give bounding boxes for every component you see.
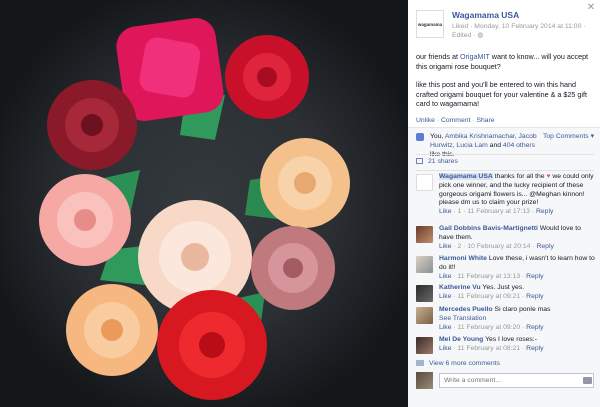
comment-author[interactable]: Harmoni White xyxy=(439,255,487,262)
comment-like-link[interactable]: Like xyxy=(439,345,451,352)
post-side-panel: ✕ wagamama Wagamama USA Liked · Monday, … xyxy=(408,0,600,407)
post-paragraph-1: our friends at OrigaMIT want to know... … xyxy=(416,52,596,71)
comment-author[interactable]: Mel De Young xyxy=(439,336,483,343)
comments-icon xyxy=(416,360,424,367)
comment-reply-link[interactable]: Reply xyxy=(526,293,543,300)
comment-item: Mel De Young Yes I love roses:- Like · 1… xyxy=(416,336,596,354)
comment-like-link[interactable]: Like xyxy=(439,208,451,215)
comment-time: 11 February at 09:20 xyxy=(457,323,521,331)
rose-red-bottom xyxy=(157,290,267,400)
likes-prefix: You, xyxy=(430,133,445,140)
top-comments-dropdown[interactable]: Top Comments ▾ xyxy=(543,132,594,141)
comment-like-link[interactable]: Like xyxy=(439,324,451,331)
write-comment-row xyxy=(416,372,596,390)
comment-avatar[interactable] xyxy=(416,337,433,354)
thumbs-up-icon xyxy=(416,133,424,141)
comment-item: Wagamama USA thanks for all the ♥ we cou… xyxy=(416,173,596,217)
comment-text: Yes I love roses:- xyxy=(483,336,537,343)
comment-text: thanks for all the xyxy=(492,173,547,180)
comment-body: Harmoni White Love these, i wasn't to le… xyxy=(439,255,596,281)
shares-count[interactable]: 21 shares xyxy=(428,158,458,165)
view-more-label[interactable]: View 6 more comments xyxy=(429,360,500,367)
comment-avatar[interactable] xyxy=(416,256,433,273)
comment-like-link[interactable]: Like xyxy=(439,293,451,300)
comment-avatar[interactable] xyxy=(416,285,433,302)
comment-like-link[interactable]: Like xyxy=(439,273,451,280)
comment-author[interactable]: Gail Dobbins Bavis-Martignetti xyxy=(439,225,538,232)
likes-and: and xyxy=(487,142,503,149)
comment-meta: Like · 11 February at 09:21 · Reply xyxy=(439,292,544,300)
comment-meta: Like · 11 February at 09:20 · Reply xyxy=(439,323,544,331)
rose-burgundy xyxy=(47,80,137,170)
post-text-1a: our friends at xyxy=(416,52,460,61)
comment-body: Wagamama USA thanks for all the ♥ we cou… xyxy=(439,173,596,217)
rose-pink-left xyxy=(39,174,131,266)
comment-author[interactable]: Katherine Vu xyxy=(439,284,481,291)
comment-body: Katherine Vu Yes. Just yes. Like · 11 Fe… xyxy=(439,284,596,302)
comment-time: 11 February at 09:21 xyxy=(457,292,521,300)
viewer-avatar xyxy=(416,372,433,389)
comment-body: Mel De Young Yes I love roses:- Like · 1… xyxy=(439,336,596,354)
comment-author[interactable]: Mercedes Puello xyxy=(439,306,493,313)
likes-others-link[interactable]: 404 others xyxy=(503,142,535,149)
comment-meta: Like · 2 · 10 February at 20:14 · Reply xyxy=(439,242,554,250)
divider xyxy=(416,154,594,155)
comment-input[interactable] xyxy=(439,373,594,388)
see-translation-link[interactable]: See Translation xyxy=(439,315,596,324)
shares-row[interactable]: 21 shares xyxy=(416,158,458,165)
comment-time: 11 February at 08:21 xyxy=(457,344,521,352)
photo-viewer[interactable] xyxy=(0,0,408,407)
close-icon[interactable]: ✕ xyxy=(586,3,596,13)
comment-item: Harmoni White Love these, i wasn't to le… xyxy=(416,255,596,281)
rose-red-top-right xyxy=(225,35,309,119)
comment-avatar[interactable] xyxy=(416,226,433,243)
comment-body: Mercedes Puello Si claro ponle mas See T… xyxy=(439,306,596,332)
comment-link[interactable]: Comment xyxy=(441,117,470,124)
comment-like-link[interactable]: Like xyxy=(439,243,451,250)
comment-author[interactable]: Wagamama USA xyxy=(439,173,493,180)
comment-meta: Like · 11 February at 08:21 · Reply xyxy=(439,344,544,352)
comment-item: Mercedes Puello Si claro ponle mas See T… xyxy=(416,306,596,332)
comment-item: Katherine Vu Yes. Just yes. Like · 11 Fe… xyxy=(416,284,596,302)
post-actions: Unlike · Comment · Share xyxy=(416,117,495,124)
comment-reply-link[interactable]: Reply xyxy=(526,324,543,331)
comment-like-count: 1 · 11 February at 17:13 xyxy=(457,208,530,216)
camera-icon[interactable] xyxy=(583,377,592,384)
origami-rose-bouquet-image xyxy=(0,0,408,407)
post-meta-text: Liked · Monday, 10 February 2014 at 11:0… xyxy=(452,23,586,39)
comment-reply-link[interactable]: Reply xyxy=(536,208,553,215)
rose-peach-bottom xyxy=(66,284,158,376)
comment-reply-link[interactable]: Reply xyxy=(536,243,553,250)
view-more-comments-link[interactable]: View 6 more comments xyxy=(416,360,500,367)
comment-avatar[interactable] xyxy=(416,174,433,191)
globe-icon: ◍ xyxy=(477,32,484,39)
post-header: wagamama Wagamama USA Liked · Monday, 10… xyxy=(416,8,586,39)
unlike-link[interactable]: Unlike xyxy=(416,117,435,124)
comment-item: Gail Dobbins Bavis-Martignetti Would lov… xyxy=(416,225,596,251)
comment-meta: Like · 1 · 11 February at 17:13 · Reply xyxy=(439,208,554,216)
feedback-area: You, Ambika Krishnamachar, Jacob Hurwitz… xyxy=(408,127,600,407)
comment-body: Gail Dobbins Bavis-Martignetti Would lov… xyxy=(439,225,596,251)
comment-reply-link[interactable]: Reply xyxy=(526,273,543,280)
rose-peach-right xyxy=(260,138,350,228)
page-name-link[interactable]: Wagamama USA xyxy=(452,10,519,20)
page-avatar[interactable]: wagamama xyxy=(416,10,444,38)
comment-text: Yes. Just yes. xyxy=(480,284,525,291)
comment-text: Si claro ponle mas xyxy=(492,306,551,313)
post-text: our friends at OrigaMIT want to know... … xyxy=(416,52,596,118)
rose-mauve-right xyxy=(251,226,335,310)
comment-time: 11 February at 13:13 xyxy=(457,272,521,280)
origamit-link[interactable]: OrigaMIT xyxy=(460,52,490,61)
comment-avatar[interactable] xyxy=(416,307,433,324)
post-meta: Liked · Monday, 10 February 2014 at 11:0… xyxy=(452,22,600,40)
share-icon xyxy=(416,158,423,165)
comment-meta: Like · 11 February at 13:13 · Reply xyxy=(439,272,544,280)
post-paragraph-2: like this post and you'll be entered to … xyxy=(416,80,588,108)
comment-like-count: 2 · 10 February at 20:14 xyxy=(457,242,531,250)
share-link[interactable]: Share xyxy=(476,117,494,124)
divider xyxy=(416,170,594,171)
comment-reply-link[interactable]: Reply xyxy=(526,345,543,352)
